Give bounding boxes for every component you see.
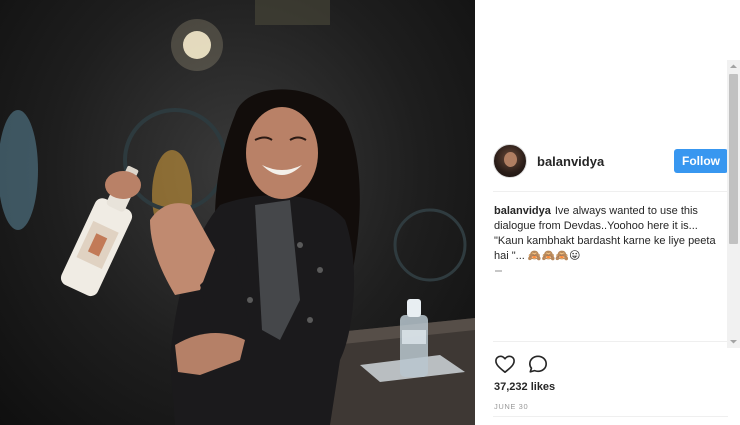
comment-icon[interactable] [527,354,551,376]
scrollbar-thumb[interactable] [729,74,738,244]
post-actions [494,354,560,376]
caption-username-link[interactable]: balanvidya [494,205,551,217]
scroll-down-arrow-icon[interactable] [727,335,740,348]
post-photo[interactable] [0,0,475,425]
header-divider [493,191,728,192]
post-header: balanvidya Follow [493,143,728,179]
post-caption: balanvidya Ive always wanted to use this … [494,204,726,264]
heart-icon[interactable] [494,354,518,376]
avatar[interactable] [493,144,527,178]
like-count[interactable]: 37,232 likes [494,381,555,393]
caption-scrollbar[interactable] [727,60,740,348]
footer-divider [493,416,728,417]
scroll-up-arrow-icon[interactable] [727,60,740,73]
follow-button[interactable]: Follow [674,149,728,173]
post-date[interactable]: JUNE 30 [494,402,528,411]
post-panel: balanvidya Follow balanvidya Ive always w… [475,0,740,425]
actions-divider [493,341,728,342]
username-link[interactable]: balanvidya [537,154,674,169]
load-more-comments-icon[interactable] [495,270,502,272]
photo-scene [0,0,475,425]
